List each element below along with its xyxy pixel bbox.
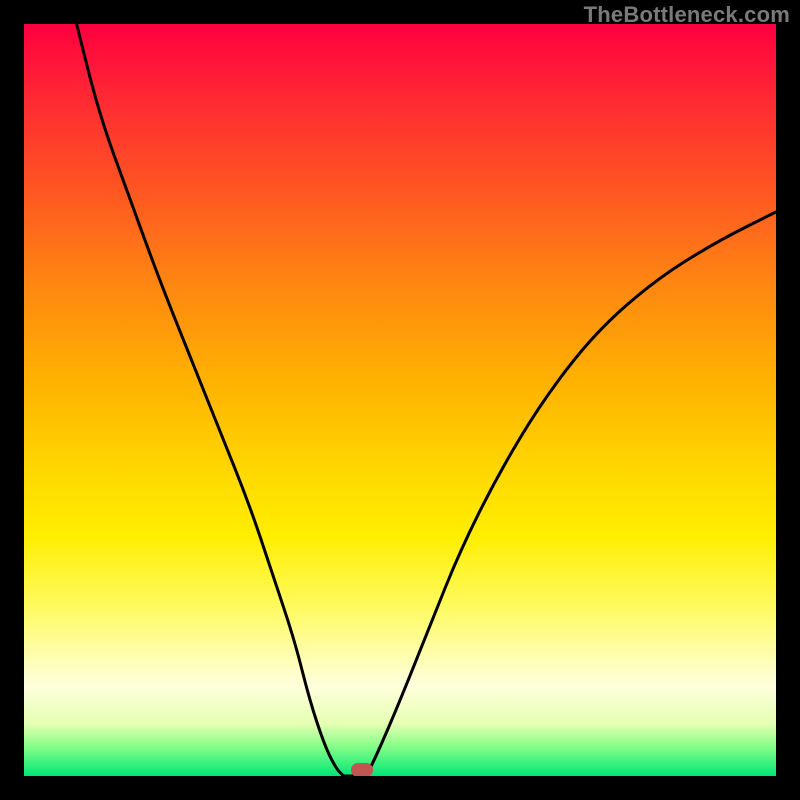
- bottleneck-curve: [24, 24, 776, 776]
- optimal-marker: [351, 763, 373, 776]
- plot-area: [24, 24, 776, 776]
- chart-frame: TheBottleneck.com: [0, 0, 800, 800]
